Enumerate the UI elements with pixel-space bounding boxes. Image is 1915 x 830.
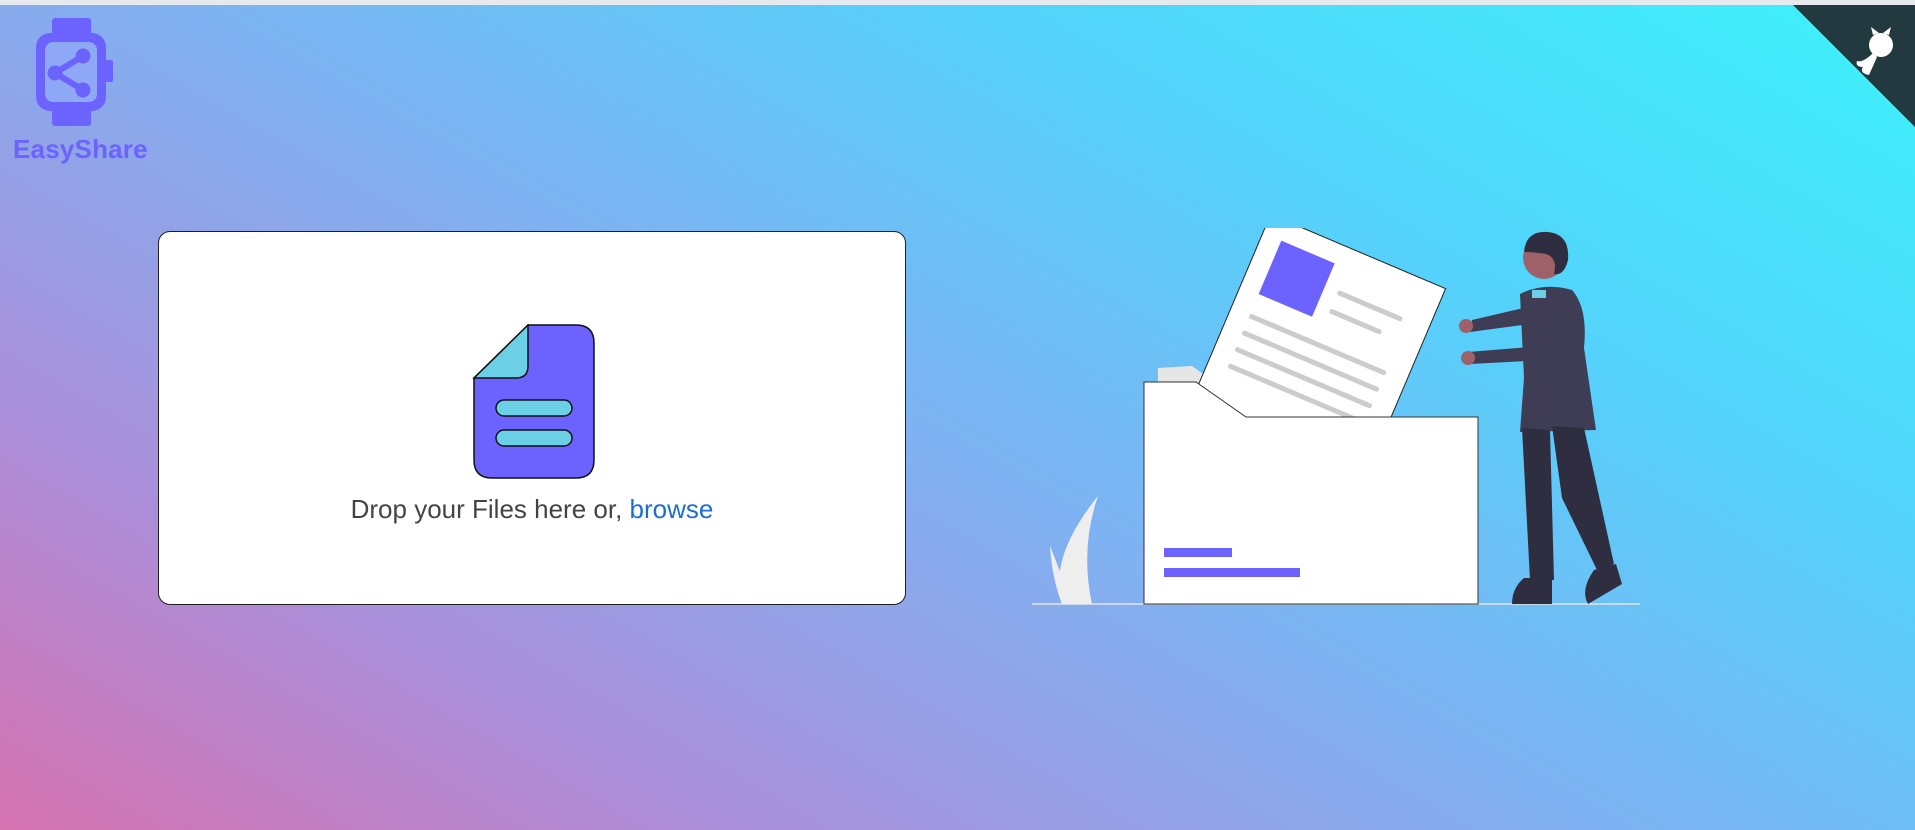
- drop-instructions: Drop your Files here or, browse: [159, 494, 905, 525]
- browse-link[interactable]: browse: [630, 494, 714, 524]
- top-border: [0, 0, 1915, 5]
- file-drop-zone[interactable]: Drop your Files here or, browse: [158, 231, 906, 605]
- smartwatch-share-icon: [36, 18, 113, 126]
- drop-prompt-text: Drop your Files here or,: [350, 494, 623, 524]
- person-filing-documents-illustration: [1032, 228, 1640, 605]
- brand-logo[interactable]: EasyShare: [13, 16, 158, 165]
- app-name: EasyShare: [13, 134, 148, 164]
- github-corner-link[interactable]: [1793, 5, 1915, 127]
- github-octocat-icon: [1793, 5, 1915, 127]
- document-icon: [472, 324, 595, 479]
